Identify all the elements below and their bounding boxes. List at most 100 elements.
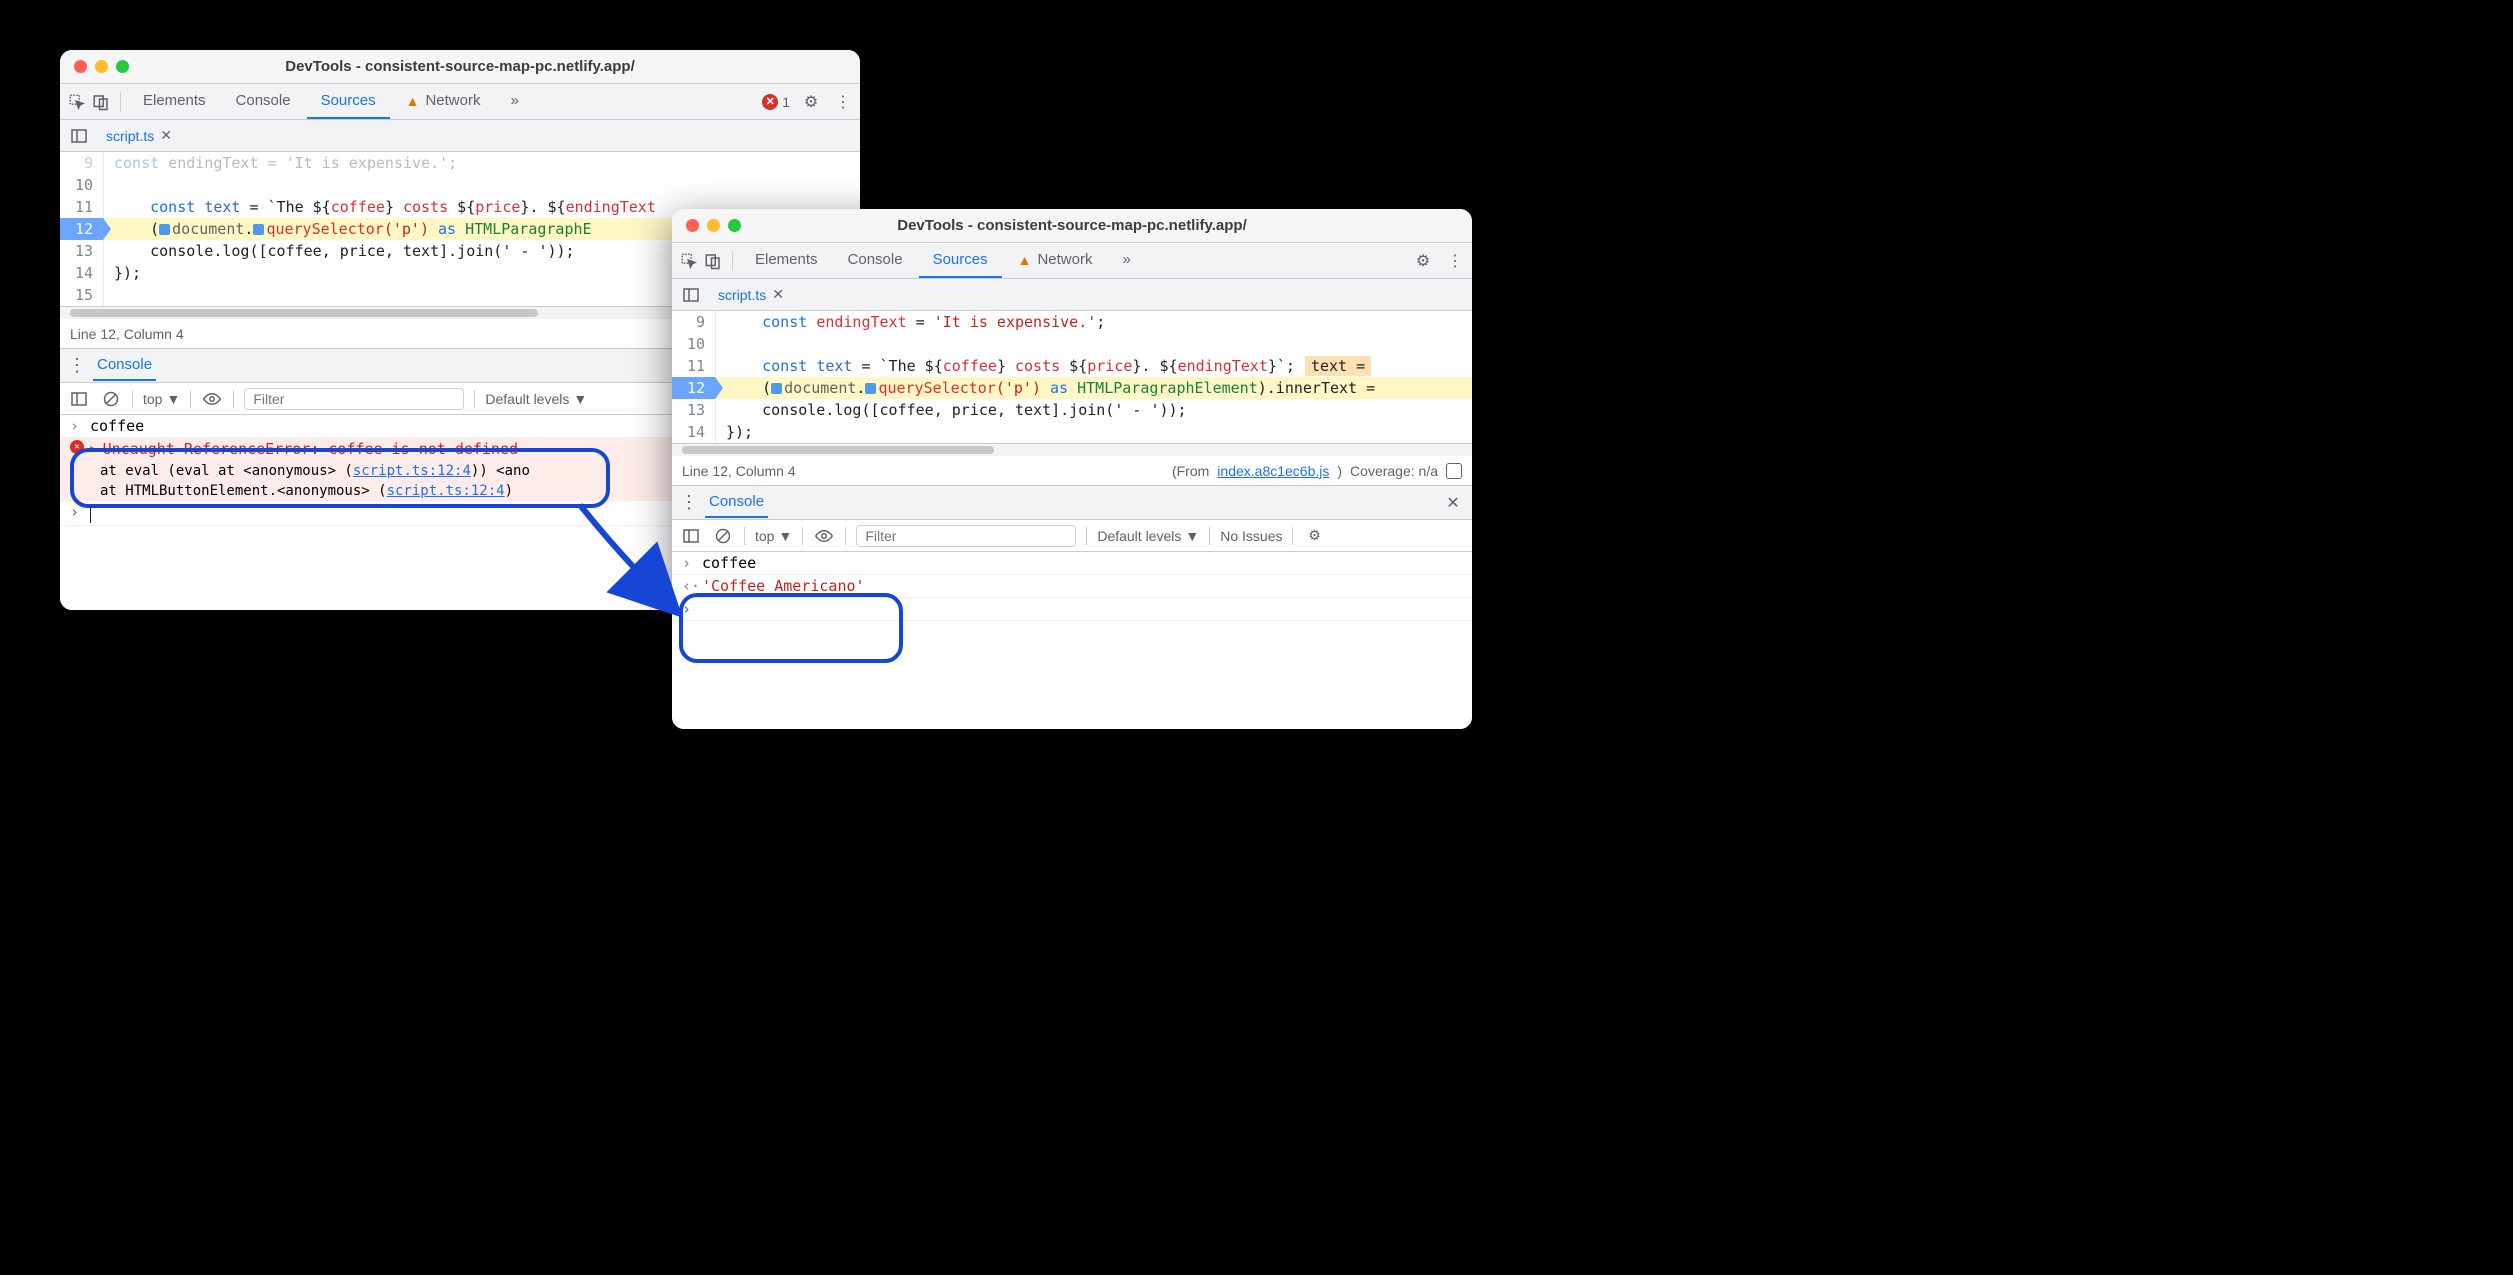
coverage-icon[interactable] — [1446, 463, 1462, 479]
line-number: 11 — [60, 196, 104, 218]
devtools-window-after: DevTools - consistent-source-map-pc.netl… — [672, 209, 1472, 729]
close-icon[interactable]: ✕ — [772, 286, 784, 303]
tab-network-label: Network — [425, 92, 480, 109]
sourcemap-link[interactable]: index.a8c1ec6b.js — [1217, 463, 1329, 479]
context-selector[interactable]: top▼ — [755, 528, 792, 544]
stack-link[interactable]: script.ts:12:4 — [387, 483, 505, 499]
stack-link[interactable]: script.ts:12:4 — [353, 463, 471, 479]
line-number: 9 — [672, 311, 716, 333]
error-icon: ✕ — [762, 94, 778, 110]
chevron-down-icon: ▼ — [166, 391, 180, 407]
device-icon[interactable] — [702, 250, 724, 272]
clear-console-icon[interactable] — [712, 525, 734, 547]
clear-console-icon[interactable] — [100, 388, 122, 410]
file-tabs: script.ts ✕ — [60, 120, 860, 152]
drawer-menu-icon[interactable]: ⋮ — [68, 355, 85, 376]
line-number: 13 — [60, 240, 104, 262]
more-icon[interactable]: ⋮ — [1444, 250, 1466, 272]
console-sidebar-icon[interactable] — [68, 388, 90, 410]
tab-elements[interactable]: Elements — [741, 243, 832, 278]
zoom-dot[interactable] — [728, 219, 741, 232]
code-text: const — [762, 357, 807, 375]
line-number: 12 — [60, 218, 104, 240]
code-text: ).innerText = — [1258, 379, 1375, 397]
levels-selector[interactable]: Default levels▼ — [485, 391, 587, 407]
close-icon[interactable]: ✕ — [160, 127, 172, 144]
expand-icon[interactable]: ▶ — [90, 442, 97, 455]
tabs-overflow[interactable]: » — [496, 84, 532, 119]
minimize-dot[interactable] — [707, 219, 720, 232]
line-number: 15 — [60, 284, 104, 306]
file-tabs: script.ts ✕ — [672, 279, 1472, 311]
sidebar-toggle-icon[interactable] — [68, 125, 90, 147]
tab-sources[interactable]: Sources — [919, 243, 1002, 278]
code-text: ( — [114, 220, 159, 238]
scrollbar[interactable] — [672, 444, 1472, 456]
inspect-icon[interactable] — [678, 250, 700, 272]
inspect-icon[interactable] — [66, 91, 88, 113]
code-text: HTMLParagraphE — [465, 220, 591, 238]
tab-console[interactable]: Console — [222, 84, 305, 119]
gear-icon[interactable]: ⚙ — [800, 91, 822, 113]
tabs-overflow[interactable]: » — [1108, 243, 1144, 278]
traffic-lights — [74, 60, 129, 73]
drawer-tab-console[interactable]: Console — [705, 487, 768, 518]
issues-text[interactable]: No Issues — [1220, 528, 1282, 544]
code-text: = `The ${ — [240, 198, 330, 216]
statusbar: Line 12, Column 4 (From index.a8c1ec6b.j… — [672, 456, 1472, 486]
line-number: 13 — [672, 399, 716, 421]
code-text: text — [204, 198, 240, 216]
minimize-dot[interactable] — [95, 60, 108, 73]
window-title: DevTools - consistent-source-map-pc.netl… — [672, 217, 1472, 234]
filter-input[interactable] — [244, 388, 464, 410]
console-sidebar-icon[interactable] — [680, 525, 702, 547]
drawer-tab-console[interactable]: Console — [93, 350, 156, 381]
close-drawer-icon[interactable]: ✕ — [1442, 492, 1464, 514]
completion-icon — [771, 383, 782, 394]
file-tab-script[interactable]: script.ts ✕ — [98, 123, 180, 148]
context-selector[interactable]: top▼ — [143, 391, 180, 407]
error-icon: ✕ — [70, 440, 84, 454]
close-dot[interactable] — [74, 60, 87, 73]
code-text: = 'It is expensive.'; — [259, 154, 458, 172]
console-input-row: › coffee — [672, 552, 1472, 575]
eye-icon[interactable] — [201, 388, 223, 410]
console-prompt-row[interactable]: › — [672, 598, 1472, 621]
close-dot[interactable] — [686, 219, 699, 232]
code-text: } — [997, 357, 1015, 375]
code-text: as — [1041, 379, 1077, 397]
code-text: }. ${ — [1132, 357, 1177, 375]
error-badge[interactable]: ✕1 — [762, 94, 790, 110]
code-text: as — [429, 220, 465, 238]
code-text: ; — [1096, 313, 1105, 331]
completion-icon — [253, 224, 264, 235]
tab-console[interactable]: Console — [834, 243, 917, 278]
code-editor[interactable]: 9 const endingText = 'It is expensive.';… — [672, 311, 1472, 444]
code-text: console.log([coffee, price, text].join('… — [716, 399, 1472, 421]
completion-icon — [865, 383, 876, 394]
console-output: 'Coffee Americano' — [702, 577, 1462, 595]
code-text: . — [856, 379, 865, 397]
gear-icon[interactable]: ⚙ — [1412, 250, 1434, 272]
console[interactable]: › coffee ‹· 'Coffee Americano' › — [672, 552, 1472, 729]
tab-network[interactable]: ▲Network — [1004, 243, 1107, 278]
result-icon: ‹· — [682, 577, 696, 595]
drawer-menu-icon[interactable]: ⋮ — [680, 492, 697, 513]
sidebar-toggle-icon[interactable] — [680, 284, 702, 306]
cursor-position: Line 12, Column 4 — [682, 463, 796, 479]
tab-network[interactable]: ▲Network — [392, 84, 495, 119]
device-icon[interactable] — [90, 91, 112, 113]
gear-icon[interactable]: ⚙ — [1303, 525, 1325, 547]
file-tab-script[interactable]: script.ts ✕ — [710, 282, 792, 307]
more-icon[interactable]: ⋮ — [832, 91, 854, 113]
eye-icon[interactable] — [813, 525, 835, 547]
code-text: = — [907, 313, 934, 331]
tab-elements[interactable]: Elements — [129, 84, 220, 119]
stack-text: )) <ano — [471, 463, 530, 479]
zoom-dot[interactable] — [116, 60, 129, 73]
tab-sources[interactable]: Sources — [307, 84, 390, 119]
filter-input[interactable] — [856, 525, 1076, 547]
prompt-icon: › — [70, 417, 84, 435]
levels-selector[interactable]: Default levels▼ — [1097, 528, 1199, 544]
inline-value-hint: text = — [1305, 356, 1371, 376]
